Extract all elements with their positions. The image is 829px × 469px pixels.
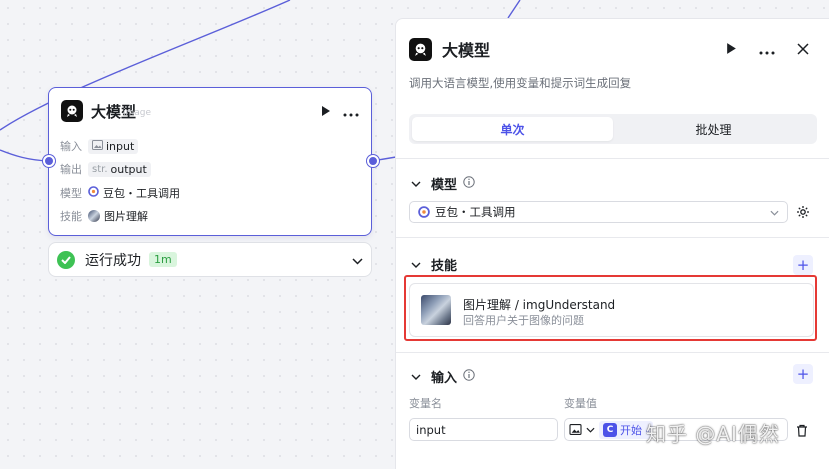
gear-icon[interactable] [796,204,810,223]
output-tag-value: output [110,162,147,176]
input-tag-value: input [106,139,135,153]
section-title: 模型 [431,178,458,193]
chevron-down-icon[interactable] [411,257,421,272]
divider [396,352,829,353]
start-node-chip[interactable]: C 开始 - [599,420,654,439]
doubao-icon [88,186,99,200]
edge-incoming [0,149,49,162]
run-node-icon[interactable] [321,102,331,121]
chevron-down-icon[interactable] [411,176,421,191]
llm-node-card[interactable]: 大模型 image 输入 input 输出 str. output 模型 豆包・… [48,87,372,236]
skill-card[interactable]: 图片理解 / imgUnderstand 回答用户关于图像的问题 [409,283,814,337]
node-header: 大模型 image [61,100,151,122]
row-key: 技能 [60,210,82,223]
column-label-name: 变量名 [409,397,442,410]
skill-value: 图片理解 [104,210,148,223]
run-icon[interactable] [726,40,737,59]
node-row-output: 输出 str. output [60,161,151,177]
node-row-model: 模型 豆包・工具调用 [60,185,180,201]
panel-description: 调用大语言模型,使用变量和提示词生成回复 [409,76,632,90]
more-icon[interactable] [759,40,775,59]
divider [396,158,829,159]
start-node-icon: C [603,422,617,437]
node-row-input: 输入 input [60,138,139,154]
skill-name: 图片理解 / imgUnderstand [463,298,616,312]
status-label: 运行成功 [85,252,141,269]
chevron-down-icon [770,205,779,219]
panel-header: 大模型 [409,37,490,61]
chevron-down-icon[interactable] [352,250,363,269]
chevron-down-icon[interactable] [586,427,595,433]
variable-name-input[interactable]: input [409,418,558,441]
model-select[interactable]: 豆包・工具调用 [409,201,788,223]
skill-thumb-icon [88,210,100,222]
model-select-value: 豆包・工具调用 [435,205,516,219]
node-row-skill: 技能 图片理解 [60,208,148,224]
skill-thumbnail [421,295,451,325]
add-input-button[interactable]: + [793,364,813,384]
delete-icon[interactable] [796,422,808,441]
close-icon[interactable] [797,40,809,59]
type-prefix: str. [92,163,108,175]
start-chip-label: 开始 - [620,423,650,437]
divider [396,237,829,238]
input-port[interactable] [43,155,55,167]
row-key: 输入 [60,140,82,153]
model-value: 豆包・工具调用 [103,187,180,200]
edge-curve-right [507,0,521,19]
image-icon [92,139,103,153]
info-icon[interactable] [463,368,475,385]
mode-switch: 单次 批处理 [409,114,817,144]
chevron-down-icon[interactable] [411,369,421,384]
output-tag: str. output [88,161,151,177]
skills-section-header[interactable]: 技能 [411,255,457,274]
llm-logo-icon [61,100,83,122]
output-port[interactable] [367,155,379,167]
success-check-icon [57,250,75,269]
tab-single[interactable]: 单次 [412,117,613,141]
section-title: 技能 [431,259,458,274]
section-title: 输入 [431,371,458,386]
panel-title: 大模型 [442,41,491,60]
info-icon[interactable] [463,175,475,192]
skill-description: 回答用户关于图像的问题 [463,314,584,327]
run-status-bar[interactable]: 运行成功 1m [48,242,372,277]
row-key: 模型 [60,187,82,200]
node-title-ghost: image [123,108,152,118]
llm-logo-icon [409,37,432,61]
tab-batch[interactable]: 批处理 [613,117,814,141]
input-section-header[interactable]: 输入 [411,367,475,386]
model-section-header[interactable]: 模型 [411,174,475,193]
variable-value-field[interactable]: C 开始 - [564,418,788,441]
more-icon[interactable] [343,102,359,121]
input-tag: input [88,138,139,154]
node-config-panel: 大模型 调用大语言模型,使用变量和提示词生成回复 单次 批处理 模型 豆包・工具… [395,18,829,469]
add-skill-button[interactable]: + [793,255,813,275]
column-label-value: 变量值 [564,397,597,410]
row-key: 输出 [60,163,82,176]
image-type-icon[interactable] [569,424,582,435]
status-time-badge: 1m [149,252,177,267]
doubao-icon [418,206,430,218]
